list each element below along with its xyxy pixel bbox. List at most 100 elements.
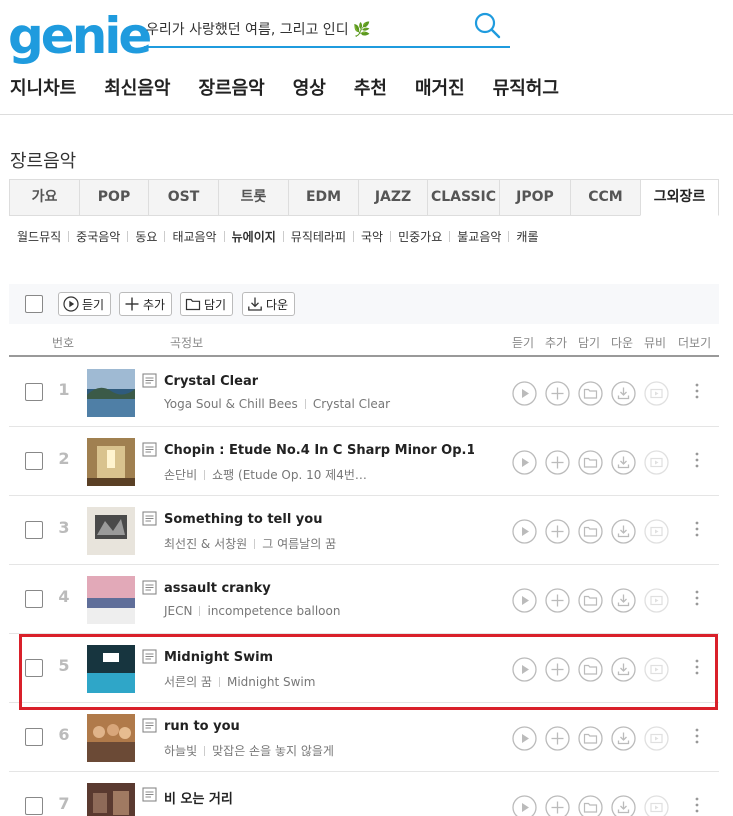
song-info-icon[interactable] <box>142 580 157 595</box>
more-options-icon[interactable] <box>694 588 700 608</box>
tab-jazz[interactable]: JAZZ <box>358 179 427 216</box>
song-checkbox[interactable] <box>25 728 43 746</box>
folder-icon[interactable] <box>578 657 603 682</box>
album-cover[interactable] <box>87 645 135 693</box>
song-row[interactable]: 1 Crystal Clear Yoga Soul & Chill Bees Crys… <box>9 358 719 427</box>
nav-latest[interactable]: 최신음악 <box>104 74 170 104</box>
play-icon[interactable] <box>512 450 537 475</box>
add-icon[interactable] <box>545 726 570 751</box>
subgenre-prenatal[interactable]: 태교음악 <box>172 228 216 245</box>
subgenre-chinese[interactable]: 중국음악 <box>76 228 120 245</box>
song-title[interactable]: Something to tell you <box>164 512 322 527</box>
song-title[interactable]: assault cranky <box>164 581 271 596</box>
download-icon[interactable] <box>611 588 636 613</box>
album-cover[interactable] <box>87 438 135 486</box>
subgenre-carol[interactable]: 캐롤 <box>516 228 538 245</box>
tab-ccm[interactable]: CCM <box>570 179 640 216</box>
save-selected-button[interactable]: 담기 <box>180 292 234 316</box>
add-icon[interactable] <box>545 657 570 682</box>
subgenre-therapy[interactable]: 뮤직테라피 <box>291 228 346 245</box>
add-selected-button[interactable]: 추가 <box>119 292 173 316</box>
download-icon[interactable] <box>611 657 636 682</box>
song-row[interactable]: 3 Something to tell you 최선진 & 서창원 그 여름날의 꿈 <box>9 496 719 565</box>
more-options-icon[interactable] <box>694 381 700 401</box>
more-options-icon[interactable] <box>694 795 700 815</box>
search-input[interactable] <box>146 16 466 42</box>
song-row[interactable]: 7 비 오는 거리 <box>9 772 719 816</box>
song-checkbox[interactable] <box>25 797 43 815</box>
mv-icon[interactable] <box>644 381 669 406</box>
song-info-icon[interactable] <box>142 787 157 802</box>
album-cover[interactable] <box>87 369 135 417</box>
tab-gayo[interactable]: 가요 <box>9 179 79 216</box>
tab-pop[interactable]: POP <box>79 179 148 216</box>
tab-etc-genre[interactable]: 그외장르 <box>640 179 719 216</box>
song-info-icon[interactable] <box>142 649 157 664</box>
tab-classic[interactable]: CLASSIC <box>427 179 499 216</box>
play-icon[interactable] <box>512 588 537 613</box>
play-icon[interactable] <box>512 726 537 751</box>
song-info-icon[interactable] <box>142 718 157 733</box>
mv-icon[interactable] <box>644 657 669 682</box>
song-artist[interactable]: 최선진 & 서창원 <box>164 535 247 552</box>
song-checkbox[interactable] <box>25 452 43 470</box>
subgenre-minjung[interactable]: 민중가요 <box>398 228 442 245</box>
album-cover[interactable] <box>87 576 135 624</box>
mv-icon[interactable] <box>644 726 669 751</box>
song-artist[interactable]: JECN <box>164 604 192 618</box>
add-icon[interactable] <box>545 381 570 406</box>
select-all-checkbox[interactable] <box>25 295 43 313</box>
add-icon[interactable] <box>545 519 570 544</box>
subgenre-buddhist[interactable]: 불교음악 <box>457 228 501 245</box>
mv-icon[interactable] <box>644 795 669 816</box>
song-title[interactable]: Crystal Clear <box>164 374 258 389</box>
more-options-icon[interactable] <box>694 726 700 746</box>
nav-recommend[interactable]: 추천 <box>354 74 387 104</box>
song-checkbox[interactable] <box>25 590 43 608</box>
song-album[interactable]: Crystal Clear <box>313 397 390 411</box>
song-checkbox[interactable] <box>25 383 43 401</box>
song-checkbox[interactable] <box>25 521 43 539</box>
tab-jpop[interactable]: JPOP <box>499 179 570 216</box>
subgenre-gukak[interactable]: 국악 <box>361 228 383 245</box>
song-artist[interactable]: 하늘빛 <box>164 742 197 759</box>
folder-icon[interactable] <box>578 450 603 475</box>
song-title[interactable]: run to you <box>164 719 240 734</box>
song-info-icon[interactable] <box>142 511 157 526</box>
song-info-icon[interactable] <box>142 442 157 457</box>
folder-icon[interactable] <box>578 795 603 816</box>
song-info-icon[interactable] <box>142 373 157 388</box>
nav-chart[interactable]: 지니차트 <box>10 74 76 104</box>
download-icon[interactable] <box>611 519 636 544</box>
album-cover[interactable] <box>87 714 135 762</box>
mv-icon[interactable] <box>644 450 669 475</box>
song-album[interactable]: incompetence balloon <box>207 604 340 618</box>
more-options-icon[interactable] <box>694 450 700 470</box>
more-options-icon[interactable] <box>694 519 700 539</box>
folder-icon[interactable] <box>578 519 603 544</box>
song-album[interactable]: 그 여름날의 꿈 <box>262 535 336 552</box>
download-icon[interactable] <box>611 450 636 475</box>
folder-icon[interactable] <box>578 381 603 406</box>
download-icon[interactable] <box>611 381 636 406</box>
tab-trot[interactable]: 트롯 <box>218 179 288 216</box>
song-artist[interactable]: 손단비 <box>164 466 197 483</box>
download-selected-button[interactable]: 다운 <box>242 292 296 316</box>
album-cover[interactable] <box>87 507 135 555</box>
listen-selected-button[interactable]: 듣기 <box>58 292 112 316</box>
subgenre-kids[interactable]: 동요 <box>135 228 157 245</box>
song-row[interactable]: 2 Chopin : Etude No.4 In C Sharp Minor Op… <box>9 427 719 496</box>
subgenre-world[interactable]: 월드뮤직 <box>17 228 61 245</box>
folder-icon[interactable] <box>578 588 603 613</box>
song-artist[interactable]: 서른의 꿈 <box>164 673 212 690</box>
tab-ost[interactable]: OST <box>148 179 218 216</box>
song-album[interactable]: Midnight Swim <box>227 675 315 689</box>
song-row[interactable]: 5 Midnight Swim 서른의 꿈 Midnight Swim <box>9 634 719 703</box>
song-album[interactable]: 쇼팽 (Etude Op. 10 제4번… <box>212 466 367 483</box>
nav-genre[interactable]: 장르음악 <box>199 74 265 104</box>
song-album[interactable]: 맞잡은 손을 놓지 않을게 <box>212 742 334 759</box>
download-icon[interactable] <box>611 795 636 816</box>
more-options-icon[interactable] <box>694 657 700 677</box>
tab-edm[interactable]: EDM <box>288 179 358 216</box>
song-artist[interactable]: Yoga Soul & Chill Bees <box>164 397 298 411</box>
